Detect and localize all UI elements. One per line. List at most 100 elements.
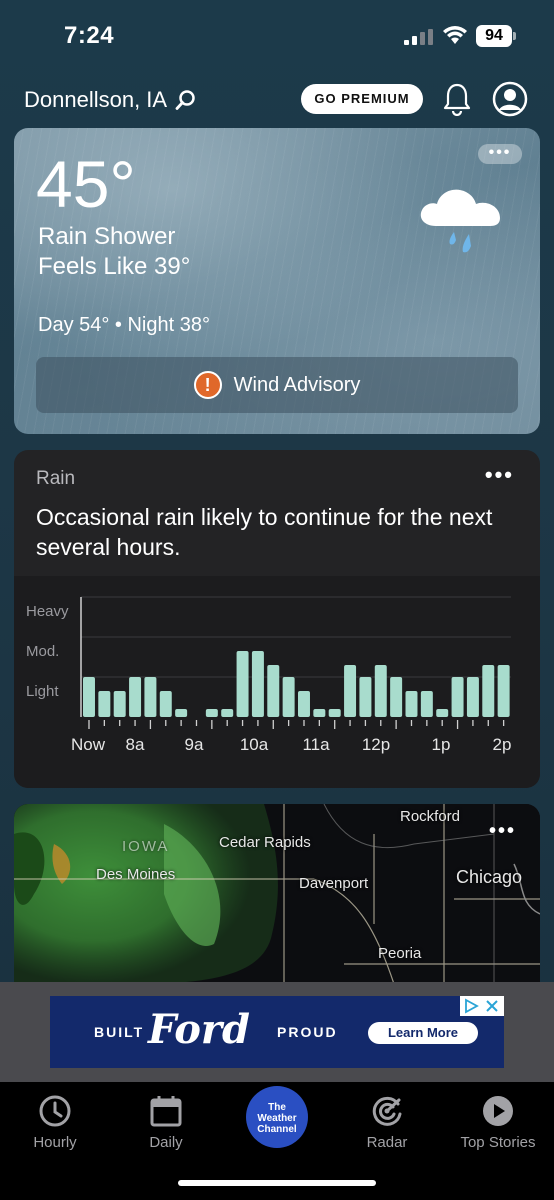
- map-label-des-moines: Des Moines: [96, 866, 176, 883]
- home-indicator: [178, 1180, 376, 1186]
- precip-bar: [282, 677, 295, 717]
- clock-icon: [39, 1095, 71, 1127]
- precip-chart-svg: Heavy Mod. Light Now 8a 9a 10a 11a 12p 1p 2p: [26, 596, 512, 754]
- cellular-signal-icon: [404, 29, 433, 45]
- precip-bar: [236, 651, 249, 717]
- x-tick-label: 9a: [185, 735, 204, 754]
- wind-advisory-banner[interactable]: ! Wind Advisory: [36, 357, 518, 413]
- y-tick-label: Mod.: [26, 643, 59, 660]
- radar-icon: [372, 1096, 402, 1126]
- twc-logo-button[interactable]: The Weather Channel: [246, 1086, 308, 1148]
- calendar-icon: [150, 1096, 182, 1127]
- twc-line-3: Channel: [257, 1124, 297, 1135]
- nav-hourly[interactable]: Hourly: [5, 1094, 105, 1151]
- map-label-chicago: Chicago: [456, 867, 523, 887]
- adchoices-icon[interactable]: [460, 996, 504, 1016]
- day-night-temps: Day 54° • Night 38°: [38, 314, 210, 336]
- search-icon: [175, 90, 195, 110]
- y-tick-label: Light: [26, 683, 59, 700]
- map-label-davenport: Davenport: [299, 875, 369, 892]
- rain-card[interactable]: Rain ••• Occasional rain likely to conti…: [14, 450, 540, 788]
- x-tick-label: 11a: [302, 735, 330, 754]
- ad-banner-container: BUILT Ford PROUD Learn More: [0, 982, 554, 1082]
- radar-map-card[interactable]: ••• Rockford Cedar Rapids IOWA Des Moine…: [14, 804, 540, 984]
- x-tick-label: 2p: [493, 735, 512, 754]
- alert-icon: !: [193, 371, 222, 399]
- precip-bar: [405, 691, 418, 717]
- twc-line-1: The: [268, 1102, 286, 1113]
- nav-top-stories-label: Top Stories: [460, 1134, 536, 1151]
- wifi-icon: [443, 26, 467, 44]
- precip-bar: [359, 677, 372, 717]
- status-bar: 7:24 94: [0, 0, 554, 70]
- rain-description: Occasional rain likely to continue for t…: [36, 504, 493, 560]
- x-tick-label: 10a: [240, 735, 269, 754]
- nav-radar-label: Radar: [366, 1134, 408, 1151]
- precip-bar: [267, 665, 280, 717]
- precip-bar: [98, 691, 111, 717]
- ford-logo: Ford: [148, 1006, 250, 1053]
- nav-top-stories[interactable]: Top Stories: [448, 1094, 548, 1151]
- precip-bar: [374, 665, 387, 717]
- nav-radar[interactable]: Radar: [337, 1094, 437, 1151]
- current-temperature: 45°: [36, 147, 136, 221]
- nav-hourly-label: Hourly: [33, 1134, 77, 1151]
- app-header: Donnellson, IA GO PREMIUM: [0, 78, 554, 122]
- y-tick-label: Heavy: [26, 603, 69, 620]
- radar-more-button[interactable]: •••: [489, 820, 516, 843]
- precip-bar: [144, 677, 157, 717]
- precip-bar: [328, 709, 341, 717]
- ford-ad[interactable]: BUILT Ford PROUD Learn More: [50, 996, 504, 1068]
- current-more-button[interactable]: •••: [478, 144, 522, 164]
- precip-bar: [420, 691, 433, 717]
- radar-map: [14, 804, 540, 984]
- x-tick-label: 1p: [432, 735, 451, 754]
- rain-more-button[interactable]: •••: [485, 462, 514, 488]
- location-selector[interactable]: Donnellson, IA: [24, 87, 197, 113]
- precip-bar: [451, 677, 464, 717]
- precip-chart: Heavy Mod. Light Now 8a 9a 10a 11a 12p 1p 2p: [14, 576, 540, 788]
- precip-bar: [298, 691, 310, 717]
- map-label-cedar-rapids: Cedar Rapids: [219, 834, 311, 851]
- twc-line-2: Weather: [257, 1113, 297, 1124]
- status-time: 7:24: [64, 22, 115, 49]
- map-label-peoria: Peoria: [378, 945, 422, 962]
- map-label-iowa: IOWA: [122, 838, 170, 855]
- precip-bar: [344, 665, 357, 717]
- precip-bar: [251, 651, 264, 717]
- ad-proud-text: PROUD: [277, 1024, 338, 1040]
- battery-indicator: 94: [476, 25, 516, 47]
- precip-bar: [175, 709, 188, 717]
- x-tick-label: Now: [71, 735, 106, 754]
- rain-cloud-icon: [420, 189, 500, 253]
- precip-bar: [221, 709, 234, 717]
- precip-bar: [390, 677, 403, 717]
- battery-level: 94: [476, 25, 512, 47]
- precip-bar: [436, 709, 449, 717]
- play-icon: [483, 1096, 513, 1126]
- nav-daily-label: Daily: [149, 1134, 183, 1151]
- bell-icon[interactable]: [443, 82, 471, 116]
- precip-bar: [159, 691, 172, 717]
- precip-bar: [466, 677, 479, 717]
- battery-nub: [513, 32, 516, 40]
- ad-learn-more-button[interactable]: Learn More: [368, 1022, 478, 1044]
- precip-bar: [129, 677, 142, 717]
- precip-bar: [83, 677, 95, 717]
- precip-bar: [205, 709, 218, 717]
- x-tick-label: 12p: [362, 735, 390, 754]
- location-name: Donnellson, IA: [24, 87, 168, 112]
- go-premium-button[interactable]: GO PREMIUM: [301, 84, 423, 114]
- rain-card-title: Rain: [36, 468, 76, 489]
- map-label-rockford: Rockford: [400, 808, 461, 825]
- precip-bar: [482, 665, 495, 717]
- condition-text: Rain Shower: [38, 223, 176, 250]
- precip-bar: [113, 691, 126, 717]
- feels-like-text: Feels Like 39°: [38, 253, 191, 280]
- x-tick-label: 8a: [126, 735, 145, 754]
- ad-built-text: BUILT: [94, 1024, 145, 1040]
- precip-bar: [497, 665, 510, 717]
- current-conditions-card[interactable]: ••• 45° Rain Shower Feels Like 39° Day 5…: [14, 128, 540, 434]
- nav-daily[interactable]: Daily: [116, 1094, 216, 1151]
- profile-icon[interactable]: [492, 81, 528, 117]
